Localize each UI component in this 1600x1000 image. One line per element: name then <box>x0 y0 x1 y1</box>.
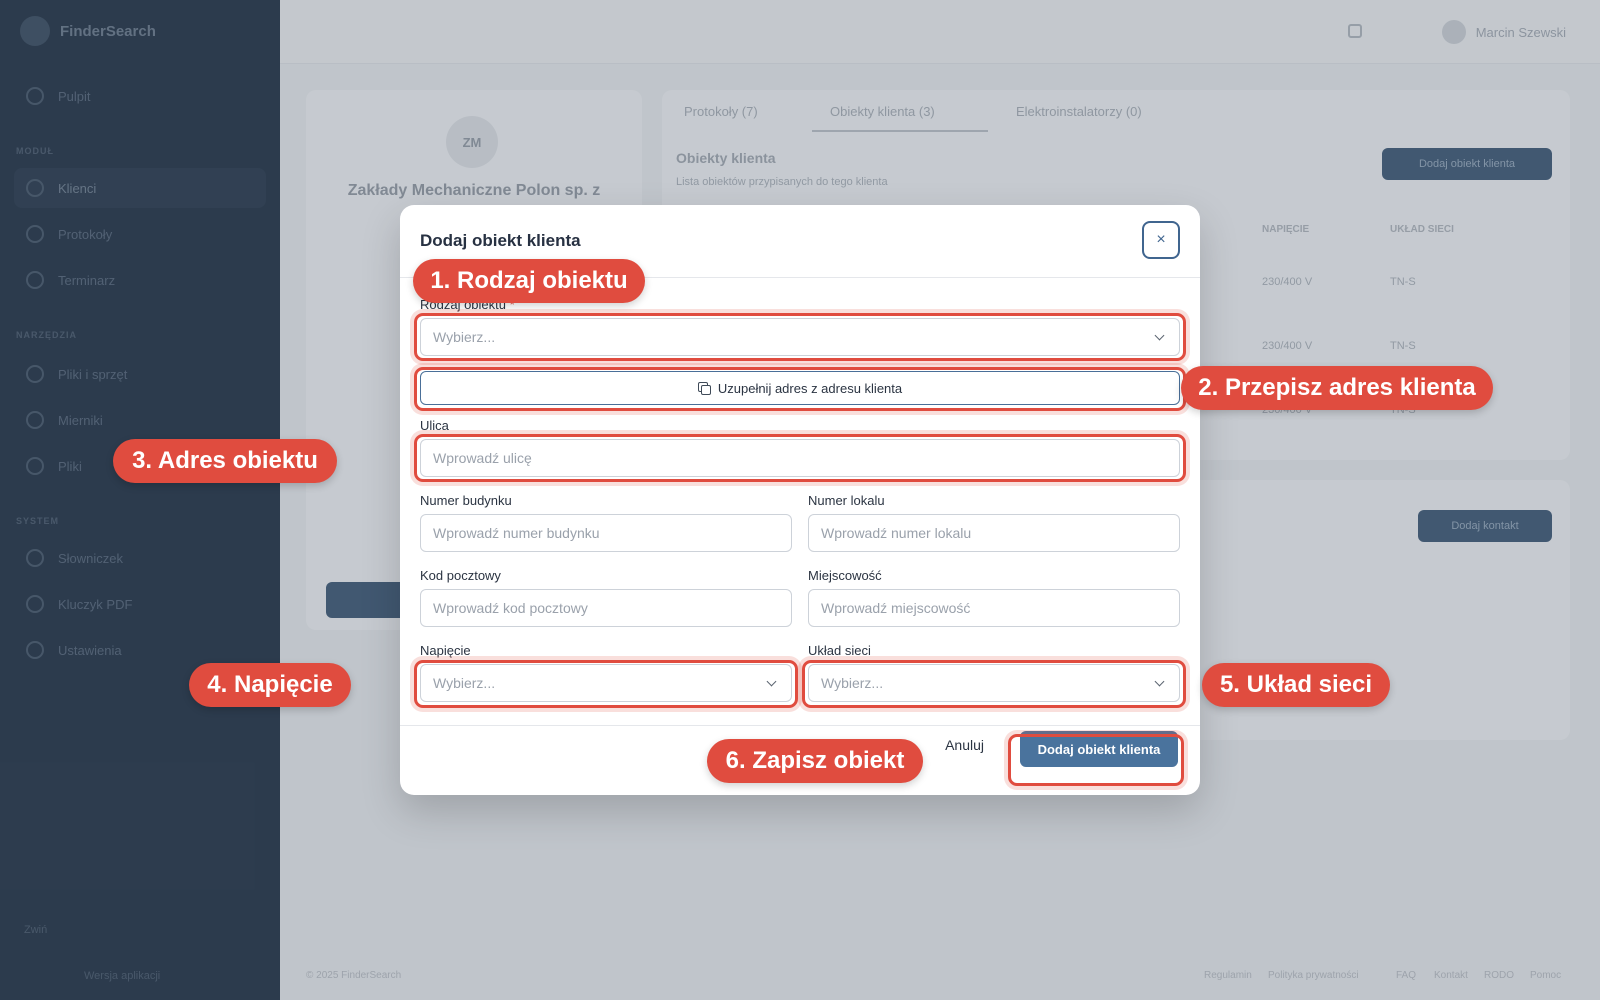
apartment-number-label: Numer lokalu <box>808 493 885 508</box>
highlight-street <box>414 434 1186 482</box>
apartment-number-input[interactable]: Wprowadź numer lokalu <box>808 514 1180 552</box>
highlight-fill-address <box>414 367 1186 411</box>
annotation-step-2: 2. Przepisz adres klienta <box>1181 366 1493 410</box>
city-input[interactable]: Wprowadź miejscowość <box>808 589 1180 627</box>
city-label: Miejscowość <box>808 568 882 583</box>
apartment-number-placeholder: Wprowadź numer lokalu <box>821 525 972 541</box>
building-number-input[interactable]: Wprowadź numer budynku <box>420 514 792 552</box>
highlight-submit <box>1008 734 1184 786</box>
city-placeholder: Wprowadź miejscowość <box>821 600 971 616</box>
highlight-object-type <box>414 313 1186 361</box>
annotation-step-5: 5. Układ sieci <box>1202 663 1390 707</box>
modal-title: Dodaj obiekt klienta <box>420 231 581 250</box>
annotation-step-6: 6. Zapisz obiekt <box>707 739 923 783</box>
highlight-voltage <box>414 660 798 708</box>
footer-divider <box>400 725 1200 726</box>
voltage-label: Napięcie <box>420 643 471 658</box>
close-icon: × <box>1156 231 1166 248</box>
street-label: Ulica <box>420 418 449 433</box>
postal-code-placeholder: Wprowadź kod pocztowy <box>433 600 588 616</box>
network-system-label: Układ sieci <box>808 643 871 658</box>
annotation-step-4: 4. Napięcie <box>189 663 351 707</box>
postal-code-input[interactable]: Wprowadź kod pocztowy <box>420 589 792 627</box>
building-number-placeholder: Wprowadź numer budynku <box>433 525 600 541</box>
cancel-button[interactable]: Anuluj <box>945 737 984 753</box>
highlight-network-system <box>802 660 1186 708</box>
annotation-step-3: 3. Adres obiektu <box>113 439 337 483</box>
close-button[interactable]: × <box>1142 221 1180 259</box>
annotation-step-1: 1. Rodzaj obiektu <box>413 259 645 303</box>
building-number-label: Numer budynku <box>420 493 512 508</box>
postal-code-label: Kod pocztowy <box>420 568 501 583</box>
